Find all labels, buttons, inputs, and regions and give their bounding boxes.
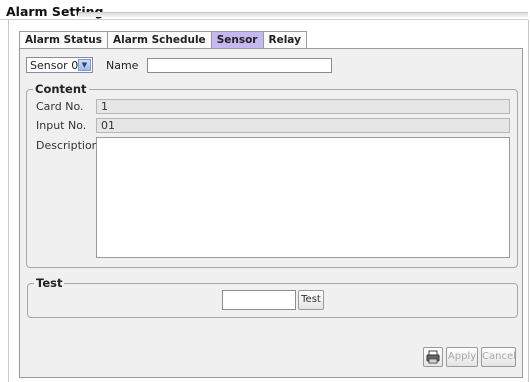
description-textarea[interactable] [96,137,510,258]
tab-bar: Alarm Status Alarm Schedule Sensor Relay [19,31,307,48]
sensor-select[interactable]: Sensor 01 ▼ [26,57,93,73]
title-rule [78,12,528,17]
tab-alarm-schedule[interactable]: Alarm Schedule [107,31,212,48]
test-legend: Test [34,276,65,290]
chevron-down-icon[interactable]: ▼ [78,59,91,71]
input-no-field: 01 [96,118,510,133]
content-legend: Content [33,82,89,96]
name-input[interactable] [147,58,332,73]
cancel-button[interactable]: Cancel [481,347,516,367]
card-no-field: 1 [96,99,510,114]
tab-alarm-status[interactable]: Alarm Status [19,31,108,48]
tab-relay[interactable]: Relay [262,31,307,48]
apply-button[interactable]: Apply [446,347,478,367]
print-button[interactable] [423,347,443,367]
name-label: Name [106,59,139,72]
description-label: Description [36,139,99,152]
test-input[interactable] [222,290,296,310]
sensor-select-value: Sensor 01 [30,59,86,72]
input-no-label: Input No. [36,119,87,132]
test-button[interactable]: Test [298,290,324,310]
tab-sensor[interactable]: Sensor [210,31,264,48]
printer-icon [426,350,440,364]
card-no-label: Card No. [36,100,84,113]
